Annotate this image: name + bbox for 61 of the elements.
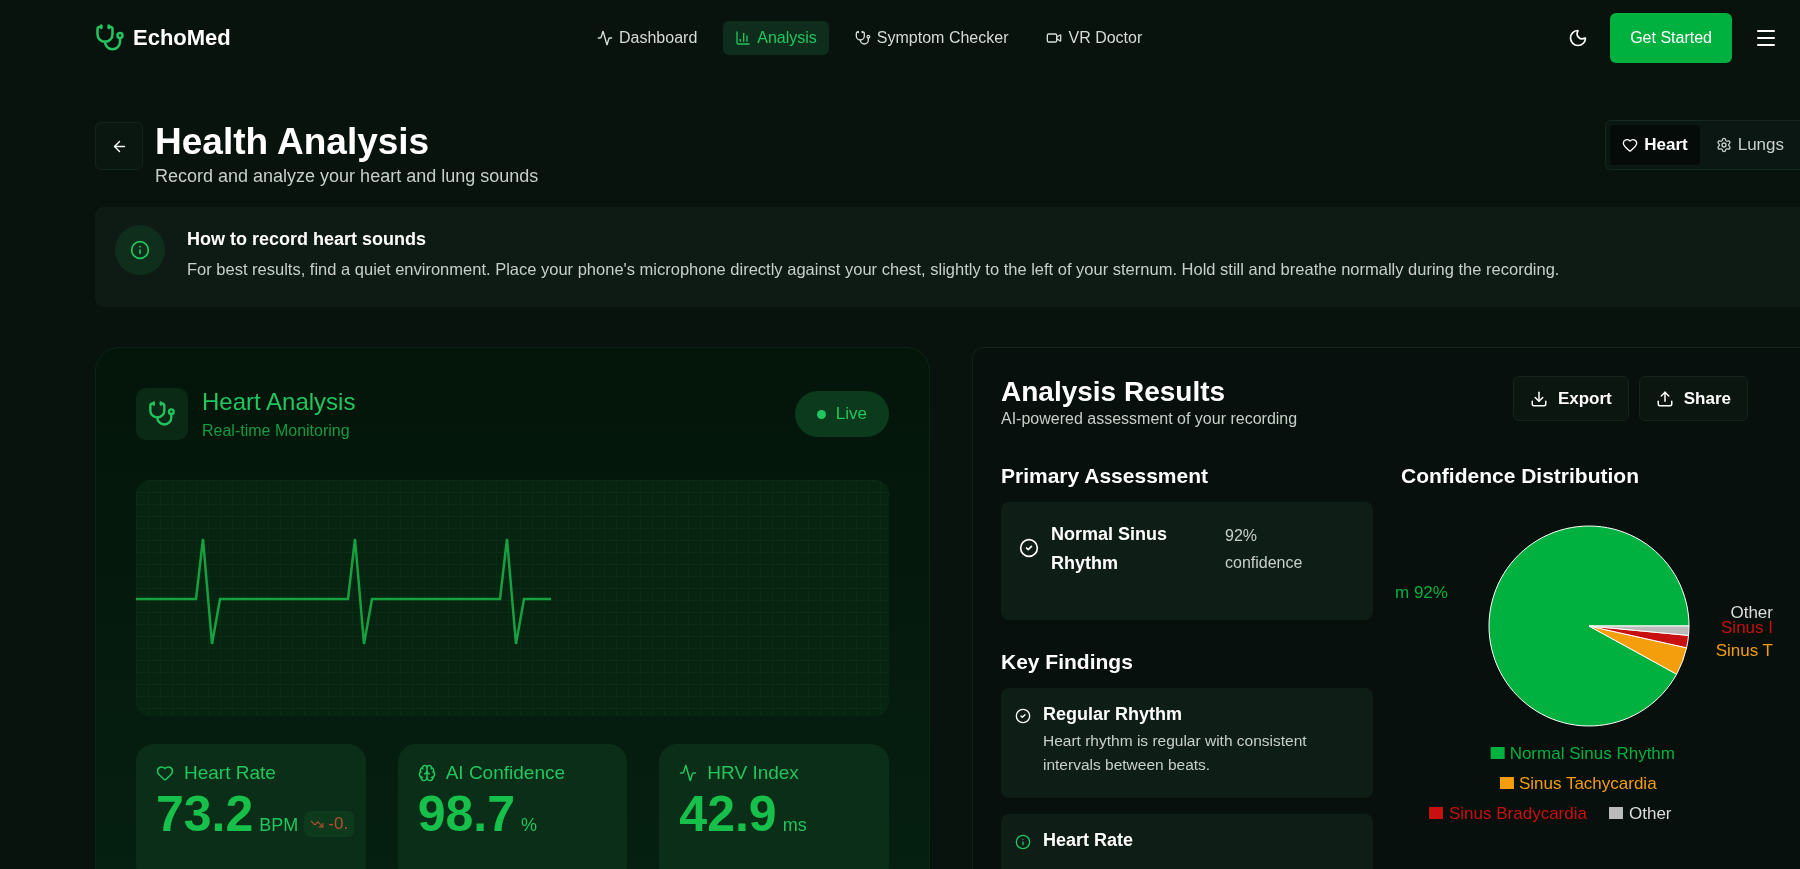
tip-text: For best results, find a quiet environment. Place your phone's microphone directly against your chest, slightly to the left of your sternum. Hold still and breathe normally during the recording.	[187, 260, 1560, 279]
stat-unit: ms	[782, 815, 807, 836]
page-subtitle: Record and analyze your heart and lung sounds	[155, 166, 539, 187]
check-icon	[1019, 538, 1039, 558]
stat-label: Heart Rate	[184, 762, 276, 784]
slice-label: m 92%	[1395, 583, 1448, 602]
section-heading: Key Findings	[1001, 650, 1134, 674]
results-title: Analysis Results	[1001, 376, 1227, 408]
pulse-icon	[597, 30, 613, 46]
trend-badge: -0.	[304, 811, 355, 837]
share-button[interactable]: Share	[1638, 376, 1748, 421]
nav-link[interactable]: VR Doctor	[1034, 21, 1155, 55]
stethoscope-icon	[854, 30, 871, 46]
legend-label: Other	[1629, 804, 1672, 823]
section-heading: Primary Assessment	[1001, 464, 1209, 488]
tip-title: How to record heart sounds	[187, 229, 428, 250]
pulse-icon	[679, 764, 698, 782]
stat-value: 42.9	[679, 786, 777, 842]
stat-value: 98.7	[417, 786, 515, 842]
logo-icon	[95, 23, 125, 53]
stat-label: HRV Index	[707, 762, 799, 784]
live-badge: Live	[794, 391, 889, 437]
upload-icon	[1655, 389, 1674, 408]
brand-name: EchoMed	[133, 25, 231, 51]
stat-value: 73.2	[156, 786, 254, 842]
nav-link[interactable]: Dashboard	[585, 21, 710, 55]
legend-item: Sinus Tachycardia	[1499, 774, 1657, 793]
assessment-confidence: 92% confidence	[1225, 526, 1304, 573]
monitor-title: Heart Analysis	[202, 388, 356, 416]
slice-label: Sinus T	[1715, 641, 1773, 660]
brain-icon	[417, 764, 436, 782]
video-icon	[1046, 30, 1063, 46]
stat-unit: %	[521, 815, 537, 836]
finding-title: Heart Rate	[1043, 830, 1134, 851]
nav-link[interactable]: Analysis	[723, 21, 829, 55]
organ-tab[interactable]: Lungs	[1703, 125, 1796, 165]
bar-chart-icon	[735, 30, 752, 46]
finding-title: Regular Rhythm	[1043, 704, 1184, 725]
theme-toggle-icon[interactable]	[1568, 28, 1589, 48]
assessment-name: Normal Sinus Rhythm	[1051, 523, 1169, 575]
legend-item: Other	[1609, 804, 1672, 823]
finding-text: Heart rhythm is regular with consistent intervals between beats.	[1043, 731, 1308, 775]
stethoscope-icon	[136, 388, 188, 440]
nav-link[interactable]: Symptom Checker	[842, 21, 1021, 55]
export-button[interactable]: Export	[1512, 376, 1629, 421]
heart-icon	[1622, 137, 1639, 153]
page-title: Health Analysis	[155, 120, 431, 164]
monitor-subtitle: Real-time Monitoring	[202, 422, 351, 440]
check-icon	[1015, 708, 1031, 724]
results-subtitle: AI-powered assessment of your recording	[1001, 410, 1298, 428]
gear-icon	[1715, 137, 1732, 153]
section-heading: Confidence Distribution	[1401, 464, 1640, 488]
legend-item: Normal Sinus Rhythm	[1490, 744, 1675, 763]
info-icon	[115, 225, 165, 275]
info-icon	[1015, 834, 1031, 850]
download-icon	[1529, 389, 1548, 408]
stat-label: AI Confidence	[445, 762, 565, 784]
organ-tab[interactable]: Heart	[1610, 125, 1700, 165]
legend-item: Sinus Bradycardia	[1429, 804, 1587, 823]
heart-icon	[156, 764, 174, 782]
stat-unit: BPM	[259, 815, 299, 836]
